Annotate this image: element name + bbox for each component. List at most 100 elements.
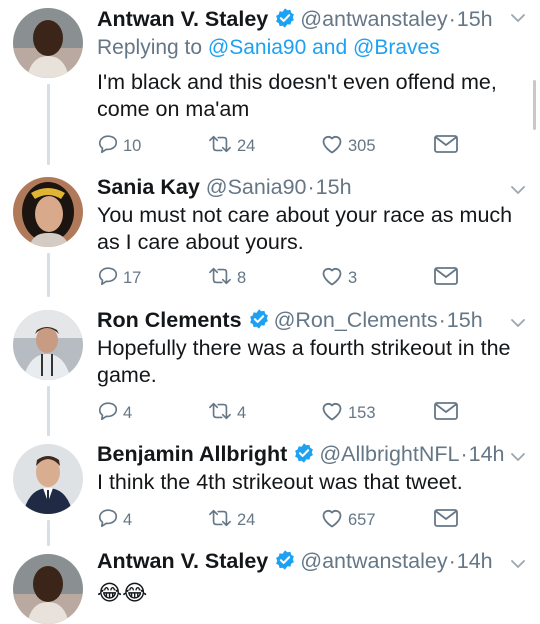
- timestamp[interactable]: 14h: [469, 442, 505, 466]
- dm-button[interactable]: [433, 508, 463, 532]
- reply-button[interactable]: 4: [97, 401, 132, 425]
- reply-icon: [97, 507, 123, 534]
- retweet-count: 8: [237, 268, 247, 287]
- replying-to-and: and: [306, 36, 354, 59]
- chevron-down-icon[interactable]: [510, 449, 526, 467]
- display-name[interactable]: Sania Kay: [97, 175, 200, 199]
- retweet-icon: [207, 265, 237, 292]
- reply-count: 10: [123, 136, 142, 155]
- envelope-icon: [433, 133, 463, 160]
- handle[interactable]: @antwanstaley: [300, 7, 447, 31]
- replying-to: Replying to @Sania90 and @Braves: [97, 36, 440, 60]
- avatar[interactable]: [13, 177, 83, 247]
- handle[interactable]: @antwanstaley: [300, 549, 447, 573]
- separator-dot: ·: [448, 549, 456, 573]
- like-button[interactable]: 3: [320, 266, 357, 290]
- heart-icon: [320, 264, 348, 293]
- tweet-4[interactable]: Benjamin Allbright @AllbrightNFL·14h I th…: [0, 432, 540, 546]
- retweet-icon: [207, 400, 237, 427]
- handle[interactable]: @Sania90: [206, 175, 307, 199]
- thread-line: [47, 253, 50, 297]
- reply-count: 4: [123, 403, 133, 422]
- retweet-button[interactable]: 4: [207, 401, 246, 425]
- tweet-actions: 10 24 305: [97, 134, 477, 158]
- reply-count: 4: [123, 510, 133, 529]
- reply-button[interactable]: 17: [97, 266, 141, 290]
- like-count: 657: [348, 510, 376, 529]
- separator-dot: ·: [307, 175, 315, 199]
- like-count: 305: [348, 136, 376, 155]
- tweet-1[interactable]: Antwan V. Staley @antwanstaley·15h Replyi…: [0, 0, 540, 165]
- separator-dot: ·: [448, 7, 456, 31]
- separator-dot: ·: [438, 308, 446, 332]
- tweet-actions: 17 8 3: [97, 266, 477, 290]
- heart-icon: [320, 506, 348, 535]
- dm-button[interactable]: [433, 401, 463, 425]
- tweet-text: I think the 4th strikeout was that tweet…: [97, 470, 463, 494]
- timestamp[interactable]: 15h: [447, 308, 483, 332]
- tweet-header: Antwan V. Staley @antwanstaley·14h: [97, 544, 493, 578]
- envelope-icon: [433, 507, 463, 534]
- retweet-icon: [207, 507, 237, 534]
- avatar[interactable]: [13, 8, 83, 78]
- timestamp[interactable]: 15h: [457, 7, 493, 31]
- heart-icon: [320, 132, 348, 161]
- dm-button[interactable]: [433, 266, 463, 290]
- separator-dot: ·: [460, 442, 468, 466]
- timestamp[interactable]: 14h: [457, 549, 493, 573]
- verified-badge-icon: [274, 547, 296, 581]
- dm-button[interactable]: [433, 134, 463, 158]
- tweet-header: Benjamin Allbright @AllbrightNFL·14h: [97, 437, 505, 471]
- retweet-button[interactable]: 8: [207, 266, 246, 290]
- mention-link[interactable]: @Braves: [353, 36, 440, 59]
- like-button[interactable]: 657: [320, 508, 376, 532]
- like-button[interactable]: 305: [320, 134, 376, 158]
- reply-count: 17: [123, 268, 142, 287]
- like-count: 153: [348, 403, 376, 422]
- avatar[interactable]: [13, 310, 83, 380]
- reply-icon: [97, 265, 123, 292]
- heart-icon: [320, 399, 348, 428]
- tweet-2[interactable]: Sania Kay @Sania90·15h You must not care…: [0, 165, 540, 297]
- like-button[interactable]: 153: [320, 401, 376, 425]
- tweet-actions: 4 24 657: [97, 508, 477, 532]
- tweet-header: Sania Kay @Sania90·15h: [97, 170, 352, 204]
- avatar[interactable]: [13, 444, 83, 514]
- tweet-header: Ron Clements @Ron_Clements·15h: [97, 303, 483, 337]
- like-count: 3: [348, 268, 358, 287]
- avatar[interactable]: [13, 554, 83, 624]
- display-name[interactable]: Ron Clements: [97, 308, 242, 332]
- tweet-3[interactable]: Ron Clements @Ron_Clements·15h Hopefully …: [0, 298, 540, 436]
- chevron-down-icon[interactable]: [510, 182, 526, 200]
- chevron-down-icon[interactable]: [510, 315, 526, 333]
- tweet-5[interactable]: Antwan V. Staley @antwanstaley·14h 😂😂: [0, 542, 540, 624]
- reply-icon: [97, 133, 123, 160]
- handle[interactable]: @AllbrightNFL: [319, 442, 459, 466]
- tweet-text: Hopefully there was a fourth strikeout i…: [97, 336, 511, 387]
- reply-button[interactable]: 4: [97, 508, 132, 532]
- chevron-down-icon[interactable]: [510, 10, 526, 28]
- display-name[interactable]: Antwan V. Staley: [97, 549, 268, 573]
- retweet-button[interactable]: 24: [207, 134, 255, 158]
- verified-badge-icon: [274, 5, 296, 39]
- thread-line: [47, 84, 50, 165]
- display-name[interactable]: Benjamin Allbright: [97, 442, 287, 466]
- handle[interactable]: @Ron_Clements: [274, 308, 438, 332]
- retweet-count: 4: [237, 403, 247, 422]
- envelope-icon: [433, 400, 463, 427]
- tweet-text: You must not care about your race as muc…: [97, 203, 513, 254]
- chevron-down-icon[interactable]: [510, 556, 526, 574]
- tweet-header: Antwan V. Staley @antwanstaley·15h: [97, 2, 493, 36]
- display-name[interactable]: Antwan V. Staley: [97, 7, 268, 31]
- retweet-button[interactable]: 24: [207, 508, 255, 532]
- reply-button[interactable]: 10: [97, 134, 141, 158]
- tweet-text: I'm black and this doesn't even offend m…: [97, 70, 497, 121]
- thread-line: [47, 386, 50, 436]
- mention-link[interactable]: @Sania90: [208, 36, 306, 59]
- envelope-icon: [433, 265, 463, 292]
- retweet-count: 24: [237, 136, 256, 155]
- retweet-icon: [207, 133, 237, 160]
- timestamp[interactable]: 15h: [316, 175, 352, 199]
- replying-to-label: Replying to: [97, 36, 208, 59]
- retweet-count: 24: [237, 510, 256, 529]
